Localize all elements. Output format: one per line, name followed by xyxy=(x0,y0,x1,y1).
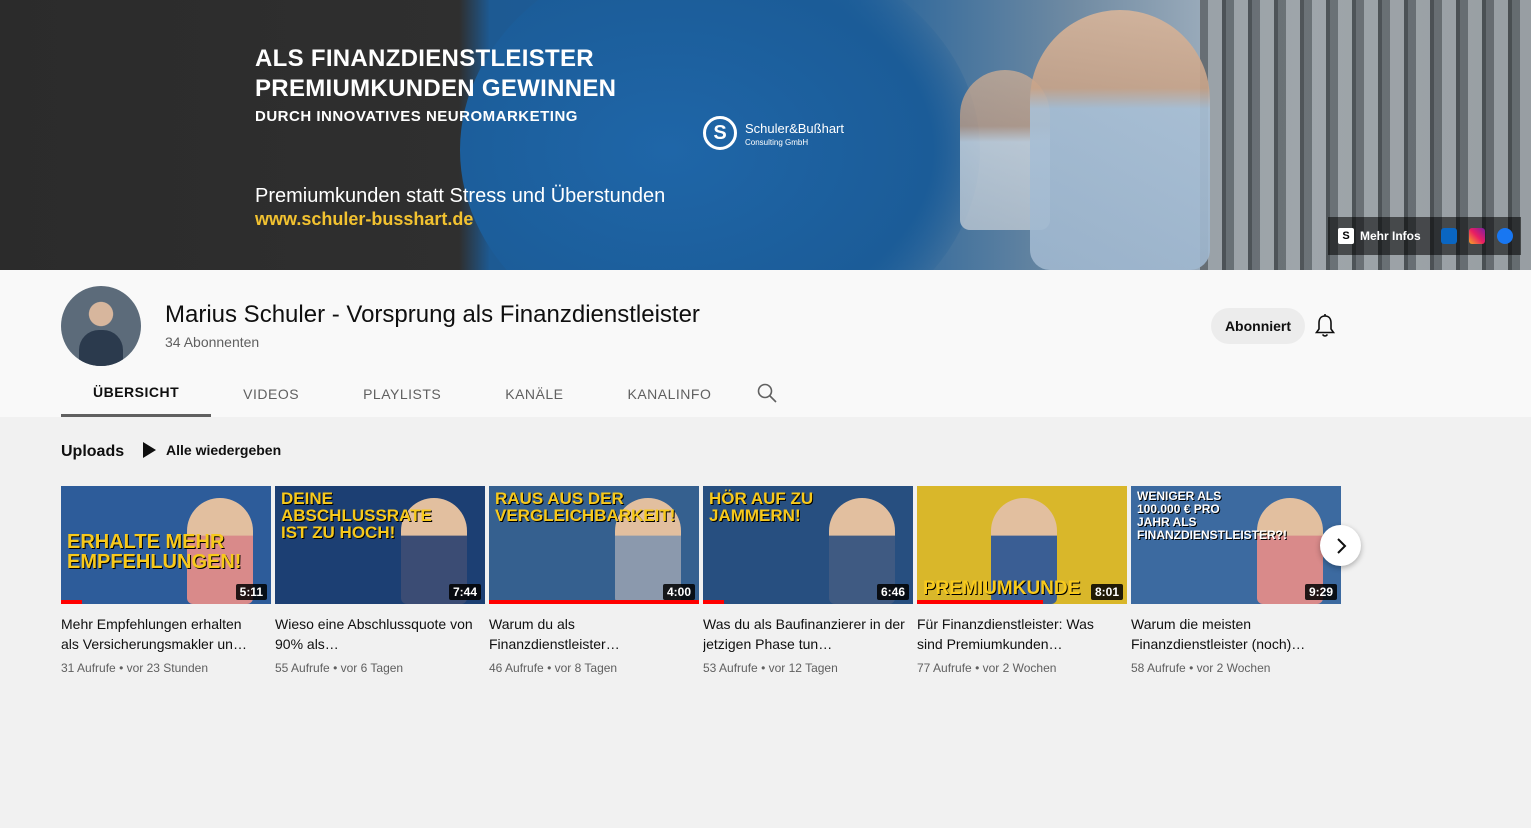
video-title[interactable]: Warum du als Finanzdienstleister… xyxy=(489,614,699,654)
video-meta: 53 Aufrufe • vor 12 Tagen xyxy=(703,661,913,675)
channel-search-icon[interactable] xyxy=(756,382,778,404)
video-meta: 58 Aufrufe • vor 2 Wochen xyxy=(1131,661,1341,675)
view-count: 77 Aufrufe xyxy=(917,661,972,675)
meta-separator: • xyxy=(119,661,124,675)
video-duration: 8:01 xyxy=(1090,584,1123,600)
company-logo-icon: S xyxy=(703,116,737,150)
video-thumbnail[interactable]: HÖR AUF ZU JAMMERN! 6:46 xyxy=(703,486,913,604)
company-name: Schuler&Bußhart xyxy=(745,120,844,136)
subscriber-count: 34 Abonnenten xyxy=(165,334,260,350)
video-meta: 77 Aufrufe • vor 2 Wochen xyxy=(917,661,1127,675)
video-thumbnail[interactable]: WENIGER ALS 100.000 € PRO JAHR ALS FINAN… xyxy=(1131,486,1341,604)
channel-header: Marius Schuler - Vorsprung als Finanzdie… xyxy=(0,270,1531,417)
video-duration: 9:29 xyxy=(1304,584,1337,600)
video-meta: 31 Aufrufe • vor 23 Stunden xyxy=(61,661,271,675)
website-link-icon[interactable]: S xyxy=(1338,228,1354,244)
watch-progress xyxy=(917,600,1043,604)
tab-overview[interactable]: ÜBERSICHT xyxy=(61,370,212,417)
thumbnail-text: DEINE ABSCHLUSSRATE IST ZU HOCH! xyxy=(281,489,432,542)
chevron-right-icon xyxy=(1336,537,1346,554)
video-shelf: ERHALTE MEHR EMPFEHLUNGEN! 5:11 Mehr Emp… xyxy=(61,486,1341,675)
tab-channels[interactable]: KANÄLE xyxy=(473,370,595,417)
video-title[interactable]: Warum die meisten Finanzdienstleister (n… xyxy=(1131,614,1341,654)
linkedin-icon[interactable] xyxy=(1440,228,1457,244)
thumbnail-text: ERHALTE MEHR EMPFEHLUNGEN! xyxy=(67,531,242,573)
channel-tabs: ÜBERSICHT VIDEOS PLAYLISTS KANÄLE KANALI… xyxy=(61,370,743,417)
watch-progress xyxy=(703,600,724,604)
meta-separator: • xyxy=(975,661,980,675)
channel-content: Uploads Alle wiedergeben ERHALTE MEHR EM… xyxy=(0,417,1531,828)
more-info-link[interactable]: Mehr Infos xyxy=(1360,229,1421,243)
meta-separator: • xyxy=(761,661,766,675)
video-title[interactable]: Wieso eine Abschlussquote von 90% als… xyxy=(275,614,485,654)
view-count: 46 Aufrufe xyxy=(489,661,544,675)
subscribe-button[interactable]: Abonniert xyxy=(1211,308,1305,344)
thumbnail-text: PREMIUMKUNDE xyxy=(923,578,1081,599)
video-duration: 7:44 xyxy=(448,584,481,600)
banner-headline-1: ALS FINANZDIENSTLEISTER xyxy=(255,45,594,72)
view-count: 58 Aufrufe xyxy=(1131,661,1186,675)
upload-age: vor 2 Wochen xyxy=(1196,661,1271,675)
channel-name: Marius Schuler - Vorsprung als Finanzdie… xyxy=(165,301,700,328)
upload-age: vor 12 Tagen xyxy=(768,661,838,675)
video-duration: 5:11 xyxy=(235,584,267,600)
video-title[interactable]: Mehr Empfehlungen erhalten als Versicher… xyxy=(61,614,271,654)
play-all-label: Alle wiedergeben xyxy=(166,442,282,458)
company-sub: Consulting GmbH xyxy=(745,137,809,147)
upload-age: vor 6 Tagen xyxy=(340,661,404,675)
play-all-button[interactable]: Alle wiedergeben xyxy=(143,442,281,458)
company-logo-text: Schuler&Bußhart Consulting GmbH xyxy=(745,120,844,147)
notification-bell-icon[interactable] xyxy=(1314,313,1336,339)
channel-avatar[interactable] xyxy=(61,286,141,366)
banner-tagline: Premiumkunden statt Stress und Überstund… xyxy=(255,185,666,207)
video-title[interactable]: Was du als Baufinanzierer in der jetzige… xyxy=(703,614,913,654)
video-card[interactable]: RAUS AUS DER VERGLEICHBARKEIT! 4:00 Waru… xyxy=(489,486,699,675)
banner-person xyxy=(1030,10,1210,270)
section-title[interactable]: Uploads xyxy=(61,443,124,461)
video-card[interactable]: WENIGER ALS 100.000 € PRO JAHR ALS FINAN… xyxy=(1131,486,1341,675)
upload-age: vor 23 Stunden xyxy=(126,661,209,675)
tab-about[interactable]: KANALINFO xyxy=(596,370,744,417)
upload-age: vor 8 Tagen xyxy=(554,661,618,675)
instagram-icon[interactable] xyxy=(1468,228,1485,244)
upload-age: vor 2 Wochen xyxy=(982,661,1057,675)
video-meta: 46 Aufrufe • vor 8 Tagen xyxy=(489,661,699,675)
facebook-icon[interactable] xyxy=(1496,228,1513,244)
meta-separator: • xyxy=(1189,661,1194,675)
thumbnail-text: WENIGER ALS 100.000 € PRO JAHR ALS FINAN… xyxy=(1137,489,1287,542)
video-card[interactable]: HÖR AUF ZU JAMMERN! 6:46 Was du als Bauf… xyxy=(703,486,913,675)
video-duration: 6:46 xyxy=(876,584,909,600)
meta-separator: • xyxy=(547,661,552,675)
video-card[interactable]: ERHALTE MEHR EMPFEHLUNGEN! 5:11 Mehr Emp… xyxy=(61,486,271,675)
shelf-next-button[interactable] xyxy=(1320,525,1361,566)
watch-progress xyxy=(489,600,699,604)
banner-links[interactable]: S Mehr Infos xyxy=(1328,217,1521,255)
view-count: 53 Aufrufe xyxy=(703,661,758,675)
video-duration: 4:00 xyxy=(662,584,695,600)
video-card[interactable]: DEINE ABSCHLUSSRATE IST ZU HOCH! 7:44 Wi… xyxy=(275,486,485,675)
video-meta: 55 Aufrufe • vor 6 Tagen xyxy=(275,661,485,675)
banner-company-logo: S Schuler&Bußhart Consulting GmbH xyxy=(703,116,844,150)
tab-playlists[interactable]: PLAYLISTS xyxy=(331,370,473,417)
video-thumbnail[interactable]: ERHALTE MEHR EMPFEHLUNGEN! 5:11 xyxy=(61,486,271,604)
video-card[interactable]: PREMIUMKUNDE 8:01 Für Finanzdienstleiste… xyxy=(917,486,1127,675)
watch-progress xyxy=(61,600,82,604)
video-title[interactable]: Für Finanzdienstleister: Was sind Premiu… xyxy=(917,614,1127,654)
banner-headline-2: PREMIUMKUNDEN GEWINNEN xyxy=(255,75,617,102)
view-count: 31 Aufrufe xyxy=(61,661,116,675)
view-count: 55 Aufrufe xyxy=(275,661,330,675)
thumbnail-text: RAUS AUS DER VERGLEICHBARKEIT! xyxy=(495,489,676,525)
tab-videos[interactable]: VIDEOS xyxy=(211,370,331,417)
channel-banner: ALS FINANZDIENSTLEISTER PREMIUMKUNDEN GE… xyxy=(0,0,1531,270)
meta-separator: • xyxy=(333,661,338,675)
banner-subheadline: DURCH INNOVATIVES NEUROMARKETING xyxy=(255,108,578,125)
thumbnail-text: HÖR AUF ZU JAMMERN! xyxy=(709,489,814,525)
video-thumbnail[interactable]: PREMIUMKUNDE 8:01 xyxy=(917,486,1127,604)
banner-url: www.schuler-busshart.de xyxy=(255,209,474,229)
video-thumbnail[interactable]: DEINE ABSCHLUSSRATE IST ZU HOCH! 7:44 xyxy=(275,486,485,604)
play-icon xyxy=(143,442,156,458)
video-thumbnail[interactable]: RAUS AUS DER VERGLEICHBARKEIT! 4:00 xyxy=(489,486,699,604)
